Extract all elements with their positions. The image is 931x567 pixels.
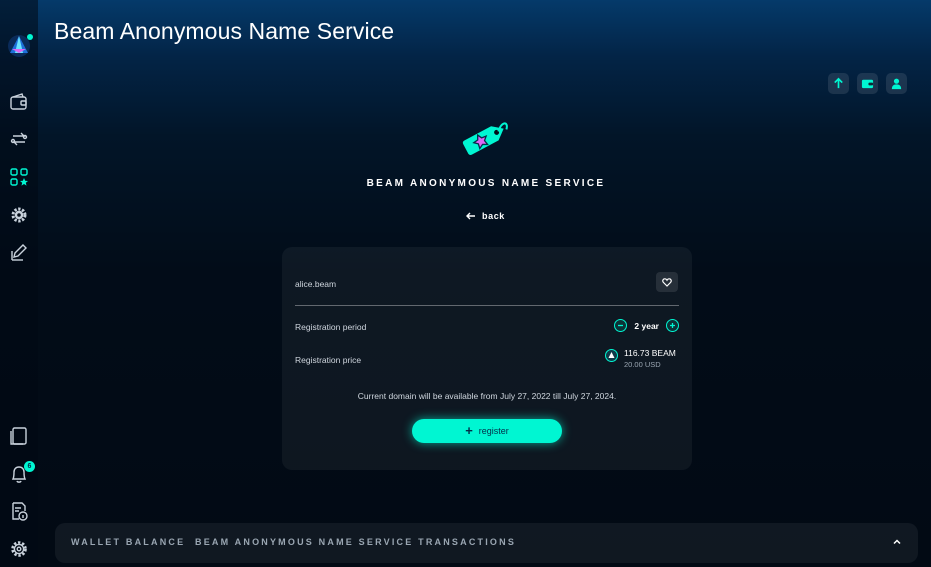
decrease-period-button[interactable] <box>614 319 628 332</box>
back-label: back <box>482 211 505 221</box>
registration-card: alice.beam Registration period 2 year Re… <box>282 247 692 470</box>
transactions-icon <box>10 132 28 146</box>
back-link[interactable]: back <box>466 211 505 221</box>
minus-icon <box>618 324 624 327</box>
sidebar-item-transactions[interactable] <box>8 128 30 150</box>
app-title: Beam Anonymous Name Service <box>54 18 395 44</box>
wallet-icon <box>861 79 874 89</box>
price-usd: 20.00 USD <box>624 360 661 369</box>
plus-icon: + <box>465 423 473 438</box>
arrow-up-icon <box>834 77 843 89</box>
price-label: Registration price <box>295 355 362 365</box>
heart-icon <box>662 277 672 287</box>
beam-coin-icon <box>605 349 618 362</box>
sidebar-item-settings[interactable] <box>8 538 30 560</box>
price-beam: 116.73 BEAM <box>624 348 676 358</box>
profile-button[interactable] <box>886 73 907 94</box>
gear-icon <box>11 207 27 223</box>
page-title: BEAM ANONYMOUS NAME SERVICE <box>366 178 606 189</box>
header-actions <box>828 73 907 94</box>
document-icon <box>10 427 27 445</box>
register-label: register <box>478 426 509 436</box>
plus-icon <box>670 323 675 328</box>
arrow-left-icon <box>466 212 475 220</box>
wallet-button[interactable] <box>857 73 878 94</box>
sidebar: 6 <box>0 0 38 567</box>
period-stepper: 2 year <box>614 319 679 332</box>
wallet-icon <box>10 93 27 110</box>
name-tag-icon <box>462 122 508 155</box>
tab-transactions[interactable]: BEAM ANONYMOUS NAME SERVICE TRANSACTIONS <box>195 537 516 547</box>
increase-period-button[interactable] <box>666 319 679 332</box>
notification-badge: 6 <box>24 461 35 472</box>
user-icon <box>891 78 902 90</box>
tab-wallet-balance[interactable]: WALLET BALANCE <box>71 537 185 547</box>
period-label: Registration period <box>295 322 367 332</box>
sidebar-item-info[interactable] <box>8 500 30 522</box>
sidebar-item-settings-gear[interactable] <box>8 204 30 226</box>
register-button[interactable]: + register <box>412 419 562 443</box>
beam-logo-icon[interactable] <box>6 31 34 59</box>
sidebar-item-documentation[interactable] <box>8 425 30 447</box>
bottom-panel: WALLET BALANCE BEAM ANONYMOUS NAME SERVI… <box>55 523 918 563</box>
divider <box>295 305 679 306</box>
settings-icon <box>11 541 27 557</box>
info-icon <box>12 502 28 521</box>
pen-icon <box>11 244 27 261</box>
period-value: 2 year <box>634 320 659 331</box>
price-info: 116.73 BEAM 20.00 USD <box>605 348 676 369</box>
domain-name: alice.beam <box>295 279 337 289</box>
send-button[interactable] <box>828 73 849 94</box>
sidebar-item-wallet[interactable] <box>8 91 30 113</box>
availability-note: Current domain will be available from Ju… <box>357 391 617 401</box>
sidebar-item-notes[interactable] <box>8 242 30 264</box>
favorite-button[interactable] <box>656 272 678 292</box>
chevron-up-icon[interactable] <box>891 536 903 548</box>
